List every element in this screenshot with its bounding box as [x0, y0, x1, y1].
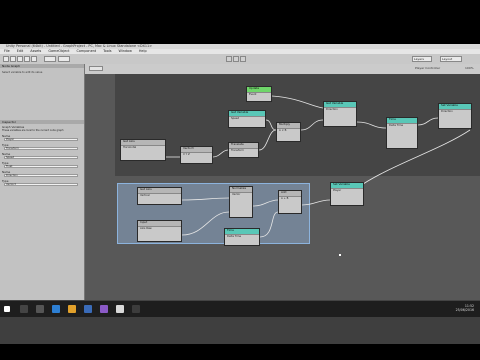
graph-node-delta-time[interactable]: Time Delta Time: [224, 228, 260, 246]
node-subtitle: Vector: [232, 193, 241, 196]
graph-node-time[interactable]: Time Delta Time: [386, 117, 418, 149]
graph-node-set-player[interactable]: Set Variable Player: [330, 182, 364, 206]
file-explorer-icon[interactable]: [68, 305, 76, 313]
mouse-cursor: [339, 254, 341, 256]
graph-node-translate[interactable]: Translate Transform: [228, 142, 259, 158]
graph-node-input-axis-raw[interactable]: Input Axis Raw: [137, 220, 182, 242]
graph-node-get-direction[interactable]: Get Variable Direction: [323, 101, 357, 127]
edge-browser-icon[interactable]: [52, 305, 60, 313]
node-subtitle: Horizontal: [123, 146, 137, 149]
graph-node-get-axis-vertical[interactable]: Get Axis Vertical: [137, 187, 182, 205]
node-subtitle: Speed: [231, 117, 240, 120]
node-subtitle: Direction: [326, 108, 338, 111]
graph-node-vector3[interactable]: Vector3 X Y Z: [180, 146, 213, 164]
visual-studio-icon[interactable]: [100, 305, 108, 313]
graph-node-set-direction[interactable]: Set Variable Direction: [438, 103, 472, 129]
node-subtitle: Delta Time: [227, 235, 242, 238]
system-clock[interactable]: 11:52 25/06/2016: [456, 304, 474, 312]
graph-node-normalize[interactable]: Normalize Vector: [229, 186, 253, 218]
node-subtitle: A × B: [279, 129, 287, 132]
graph-node-add[interactable]: Add A + B: [278, 190, 302, 214]
node-subtitle: Player: [333, 189, 342, 192]
graph-node-multiply[interactable]: Multiply A × B: [276, 122, 301, 142]
graph-node-get-speed[interactable]: Get Variable Speed: [228, 110, 266, 128]
terminal-icon[interactable]: [132, 305, 140, 313]
search-icon[interactable]: [20, 305, 28, 313]
node-subtitle: X Y Z: [183, 153, 190, 156]
clock-date: 25/06/2016: [455, 308, 474, 312]
graph-node-update[interactable]: Update Event: [246, 86, 272, 102]
store-icon[interactable]: [84, 305, 92, 313]
taskbar: 11:52 25/06/2016: [0, 300, 480, 317]
node-subtitle: A + B: [281, 197, 289, 200]
start-windows-icon[interactable]: [4, 306, 10, 312]
graph-node-get-axis-horizontal[interactable]: Get Axis Horizontal: [120, 139, 166, 161]
node-subtitle: Direction: [441, 110, 453, 113]
node-subtitle: Transform: [231, 149, 244, 152]
node-subtitle: Delta Time: [389, 124, 404, 127]
task-view-icon[interactable]: [36, 305, 44, 313]
node-subtitle: Vertical: [140, 194, 150, 197]
node-subtitle: Axis Raw: [140, 227, 152, 230]
node-subtitle: Event: [249, 93, 257, 96]
unity-icon[interactable]: [116, 305, 124, 313]
